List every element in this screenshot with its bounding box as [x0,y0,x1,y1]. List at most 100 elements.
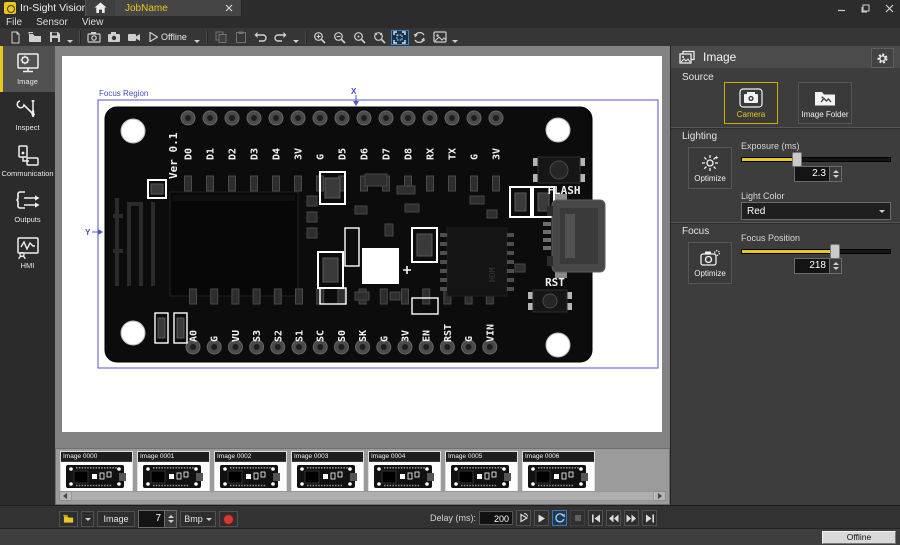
tab-jobname[interactable]: JobName [115,0,242,16]
pin-label: D2 [228,148,239,160]
thumbnail-image [61,462,132,491]
filmstrip-thumbnail[interactable]: Image 0002 [214,451,287,491]
filmstrip-thumbnail[interactable]: Image 0003 [291,451,364,491]
menu-file[interactable]: File [0,17,29,28]
live-camera-button[interactable] [85,30,103,45]
pin-label: D5 [338,148,349,160]
previous-image-button[interactable] [606,510,621,526]
offline-toggle-label: Offline [161,32,187,42]
image-viewport[interactable]: D0D1D2D3D43VGD5D6D7D8RXTXG3V A0GVUS3S2S1… [55,46,670,448]
record-images-button[interactable] [125,30,143,45]
settings-gear-button[interactable] [871,48,894,68]
delay-input[interactable]: 200 [479,511,513,525]
scrollbar-thumb[interactable] [71,491,654,501]
trigger-camera-button[interactable] [105,30,123,45]
source-image-folder-button[interactable]: Image Folder [798,82,852,124]
pin-label: SK [358,330,369,342]
refresh-image-button[interactable] [411,30,429,45]
sidebar-item-image[interactable]: Image [0,46,55,92]
sidebar-item-inspect[interactable]: Inspect [0,92,55,138]
loop-button[interactable] [552,510,567,526]
thumbnail-image [215,462,286,491]
tab-home[interactable] [85,0,116,16]
focus-decrement[interactable] [833,267,839,270]
hmi-icon [15,236,41,260]
first-image-button[interactable] [588,510,603,526]
undo-button[interactable] [252,30,270,45]
source-camera-label: Camera [737,110,765,119]
save-dropdown-caret[interactable] [66,28,74,46]
save-job-button[interactable] [46,30,64,45]
thumbnail-label: Image 0006 [523,452,594,462]
sidebar-item-communication[interactable]: Communication [0,138,55,184]
exposure-increment[interactable] [833,170,839,173]
show-image-button[interactable] [431,30,449,45]
zoom-fit-button[interactable] [391,30,409,45]
lighting-optimize-button[interactable]: Optimize [688,147,732,189]
online-offline-toggle[interactable]: Offline [144,30,192,45]
menu-view[interactable]: View [75,17,111,28]
paste-button[interactable] [232,30,250,45]
stop-button[interactable] [570,510,585,526]
board-version-text: Ver 0.1 [167,132,180,179]
offline-dropdown-caret[interactable] [193,28,201,46]
zoom-region-button[interactable] [371,30,389,45]
focus-optimize-button[interactable]: Optimize [688,242,732,284]
pin-label: D3 [250,148,261,160]
scroll-right-icon[interactable] [655,492,665,500]
zoom-out-button[interactable] [331,30,349,45]
count-decrement[interactable] [168,520,174,523]
exposure-spinbox[interactable]: 2.3 [794,166,842,182]
playback-source-button[interactable]: Image [97,511,135,527]
count-increment[interactable] [168,515,174,518]
pin-label: 3V [492,148,503,160]
pin-label: RST [443,324,454,342]
sidebar-item-outputs[interactable]: Outputs [0,184,55,230]
close-button[interactable] [884,3,894,13]
scroll-left-icon[interactable] [60,492,70,500]
new-job-button[interactable] [6,30,24,45]
filmstrip-scrollbar[interactable] [59,491,666,501]
run-once-button[interactable] [516,510,531,526]
title-bar: In-Sight Vision Suite JobName [0,0,900,16]
pin-label: S0 [337,330,348,342]
minimize-button[interactable] [836,3,846,13]
copy-button[interactable] [212,30,230,45]
open-job-button[interactable] [26,30,44,45]
zoom-dropdown-caret[interactable] [451,28,459,46]
tab-close-icon[interactable] [225,4,234,13]
focus-position-spinbox[interactable]: 218 [794,258,842,274]
filmstrip-thumbnail[interactable]: Image 0006 [522,451,595,491]
thumbnail-image [292,462,363,491]
record-folder-button[interactable] [59,511,78,527]
folder-dropdown-button[interactable] [81,511,94,527]
record-button[interactable] [219,511,238,527]
next-image-button[interactable] [624,510,639,526]
filmstrip-thumbnail[interactable]: Image 0005 [445,451,518,491]
filmstrip-thumbnail[interactable]: Image 0000 [60,451,133,491]
pcb-board: D0D1D2D3D43VGD5D6D7D8RXTXG3V A0GVUS3S2S1… [105,107,605,362]
focus-position-slider[interactable] [741,244,889,256]
redo-button[interactable] [272,30,290,45]
pin-label: S3 [252,330,263,342]
exposure-slider[interactable] [741,152,889,164]
zoom-in-button[interactable] [311,30,329,45]
sidebar-item-hmi[interactable]: HMI [0,230,55,276]
menu-sensor[interactable]: Sensor [29,17,75,28]
maximize-button[interactable] [860,3,870,13]
exposure-decrement[interactable] [833,175,839,178]
focus-increment[interactable] [833,262,839,265]
light-color-select[interactable]: Red [741,202,891,220]
image-format-select[interactable]: Bmp [180,511,216,527]
sidebar-item-label: Communication [1,170,53,178]
image-folder-icon [813,88,837,108]
image-count-spinbox[interactable]: 7 [138,510,177,528]
last-image-button[interactable] [642,510,657,526]
filmstrip-thumbnail[interactable]: Image 0004 [368,451,441,491]
zoom-actual-button[interactable] [351,30,369,45]
source-camera-button[interactable]: Camera [724,82,778,124]
play-button[interactable] [534,510,549,526]
thumbnail-image [138,462,209,491]
undo-dropdown-caret[interactable] [292,28,300,46]
filmstrip-thumbnail[interactable]: Image 0001 [137,451,210,491]
